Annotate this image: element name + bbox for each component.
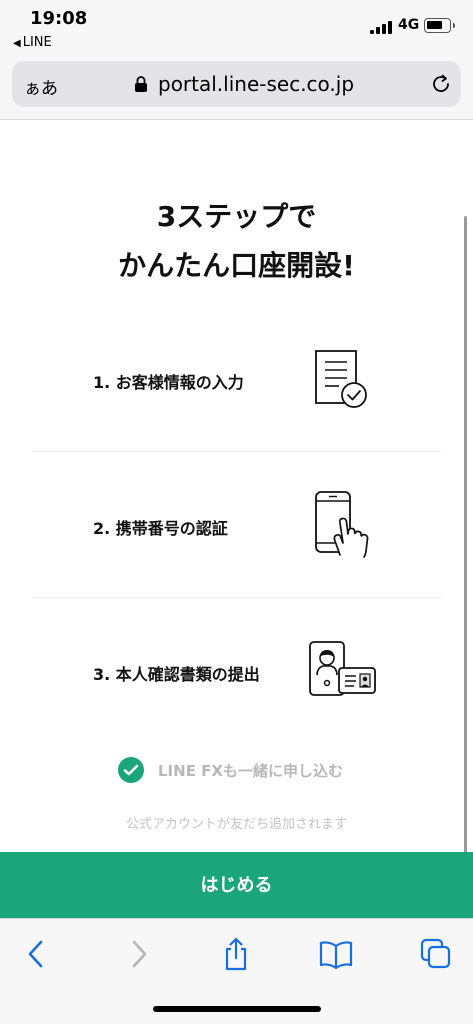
friend-add-note: 公式アカウントが友だち追加されます bbox=[125, 817, 347, 832]
bookmarks-icon[interactable] bbox=[319, 937, 353, 971]
signal-icon bbox=[370, 20, 396, 34]
tabs-icon[interactable] bbox=[419, 937, 453, 971]
share-icon[interactable] bbox=[219, 937, 253, 971]
check-icon bbox=[123, 764, 139, 776]
url-text[interactable]: portal.line-sec.co.jp bbox=[158, 72, 354, 96]
phone-tap-icon bbox=[315, 491, 369, 558]
back-app-label: LINE bbox=[22, 35, 52, 50]
step-label-2: 2. 携帯番号の認証 bbox=[93, 519, 228, 538]
forward-arrow-icon[interactable] bbox=[121, 937, 155, 971]
fx-checkbox[interactable] bbox=[118, 757, 144, 783]
id-card-icon bbox=[309, 641, 376, 696]
step-item-1: 1. お客様情報の入力 bbox=[33, 305, 441, 451]
page-heading: 3ステップで かんたん口座開設! bbox=[0, 192, 473, 290]
step-item-2: 2. 携帯番号の認証 bbox=[33, 451, 441, 597]
text-size-button[interactable]: ぁあ bbox=[24, 74, 58, 99]
back-triangle-icon: ◀ bbox=[13, 38, 21, 49]
browser-url-area: ぁあ portal.line-sec.co.jp bbox=[0, 56, 473, 120]
battery-level bbox=[427, 21, 442, 29]
fx-option-label[interactable]: LINE FXも一緒に申し込む bbox=[158, 760, 343, 781]
battery-icon bbox=[424, 18, 455, 33]
network-type: 4G bbox=[398, 17, 420, 33]
reload-icon[interactable] bbox=[430, 73, 452, 95]
lock-icon bbox=[135, 76, 147, 92]
heading-line-2: かんたん口座開設! bbox=[118, 249, 355, 282]
page-content: 3ステップで かんたん口座開設! 1. お客様情報の入力 2. 携帯番号の認証 bbox=[0, 120, 473, 916]
address-bar[interactable]: ぁあ portal.line-sec.co.jp bbox=[12, 61, 461, 107]
start-button[interactable]: はじめる bbox=[0, 852, 473, 918]
back-to-app-link[interactable]: ◀ LINE bbox=[13, 35, 52, 50]
step-item-3: 3. 本人確認書類の提出 bbox=[33, 597, 441, 743]
form-check-icon bbox=[315, 350, 367, 408]
step-label-1: 1. お客様情報の入力 bbox=[93, 373, 244, 392]
screen: 19:08 ◀LINE 4G ぁあ portal.line-sec.co.jp bbox=[0, 0, 473, 1024]
step-label-3: 3. 本人確認書類の提出 bbox=[93, 665, 260, 684]
status-bar: 19:08 ◀ LINE 4G bbox=[0, 0, 473, 56]
back-arrow-icon[interactable] bbox=[20, 937, 54, 971]
heading-line-1: 3ステップで bbox=[156, 200, 317, 233]
status-time: 19:08 bbox=[30, 8, 88, 29]
home-indicator bbox=[153, 1006, 321, 1012]
scroll-indicator bbox=[464, 216, 467, 916]
